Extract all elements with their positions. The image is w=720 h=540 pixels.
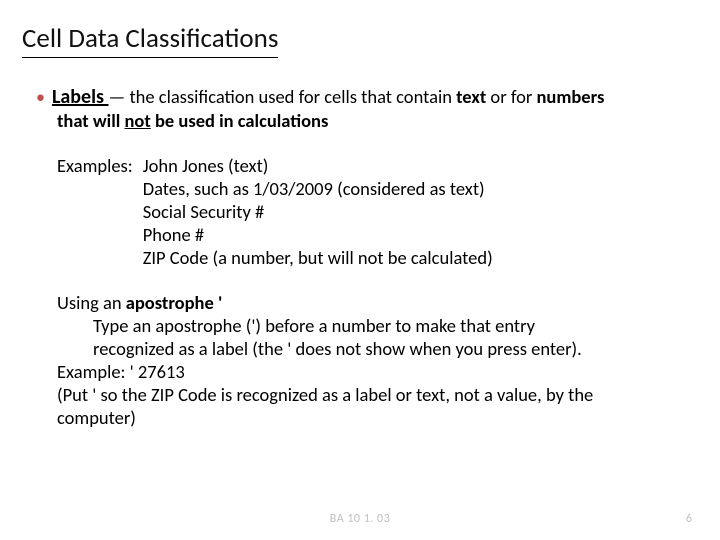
apostrophe-note1: (Put ' so the ZIP Code is recognized as …: [57, 383, 690, 406]
apostrophe-example: Example: ' 27613: [57, 360, 690, 383]
example-item: ZIP Code (a number, but will not be calc…: [143, 246, 493, 269]
def-text: text: [456, 85, 486, 108]
example-item: Phone #: [143, 223, 493, 246]
apos-heading-b: apostrophe ': [126, 291, 223, 314]
example-item: Social Security #: [143, 200, 493, 223]
slide: Cell Data Classifications • Labels — the…: [0, 0, 720, 540]
term-labels: Labels: [52, 85, 109, 109]
bullet-icon: •: [36, 86, 45, 108]
def-numbers: numbers: [536, 85, 604, 108]
cont-post: be used in calculations: [151, 109, 329, 132]
bullet-item: • Labels — the classification used for c…: [36, 86, 690, 108]
apostrophe-line2: recognized as a label (the ' does not sh…: [57, 337, 690, 360]
examples-section: Examples: John Jones (text) Dates, such …: [57, 154, 690, 269]
def-mid: or for: [486, 85, 536, 108]
examples-list: John Jones (text) Dates, such as 1/03/20…: [133, 154, 493, 269]
apostrophe-heading: Using an apostrophe ': [57, 291, 690, 314]
example-item: John Jones (text): [143, 154, 493, 177]
apos-heading-pre: Using an: [57, 291, 126, 314]
examples-label: Examples:: [57, 154, 133, 269]
apostrophe-section: Using an apostrophe ' Type an apostrophe…: [57, 291, 690, 429]
apostrophe-line1: Type an apostrophe (') before a number t…: [57, 314, 690, 337]
cont-pre: that will: [57, 109, 125, 132]
footer-code: BA 10 1. 03: [0, 512, 720, 526]
def-pre: — the classification used for cells that…: [109, 85, 457, 108]
example-item: Dates, such as 1/03/2009 (considered as …: [143, 177, 493, 200]
apostrophe-note2: computer): [57, 406, 690, 429]
bullet-text: Labels — the classification used for cel…: [52, 86, 604, 108]
page-number: 6: [686, 512, 692, 526]
slide-title: Cell Data Classifications: [22, 22, 278, 58]
bullet-continuation: that will not be used in calculations: [57, 110, 690, 132]
slide-body: • Labels — the classification used for c…: [22, 86, 690, 429]
cont-not: not: [125, 109, 151, 132]
